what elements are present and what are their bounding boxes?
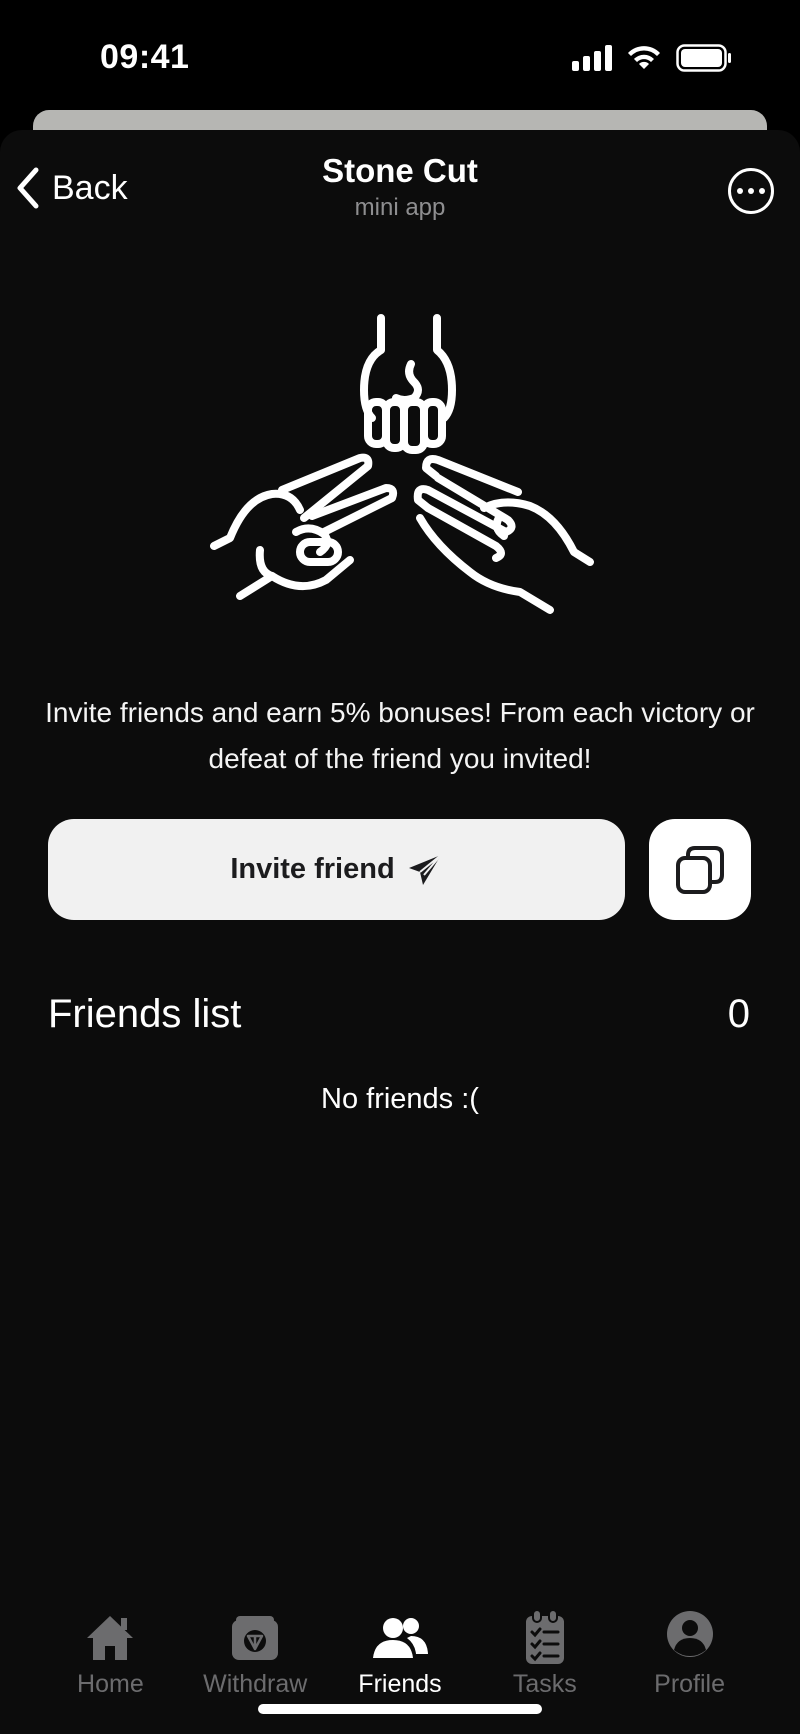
more-button[interactable] [728, 168, 774, 214]
tab-tasks-label: Tasks [512, 1670, 577, 1698]
friends-count: 0 [727, 992, 750, 1036]
cellular-signal-icon [572, 45, 612, 71]
tab-home[interactable]: Home [45, 1608, 175, 1734]
battery-icon [676, 44, 731, 72]
nav-title: Stone Cut mini app [0, 152, 800, 222]
more-dot [748, 188, 754, 194]
status-icons [572, 44, 732, 72]
invite-friend-label: Invite friend [230, 853, 395, 885]
more-dot [737, 188, 743, 194]
clipboard-list-icon [525, 1609, 564, 1664]
status-bar: 09:41 [0, 0, 800, 110]
tab-withdraw[interactable]: Withdraw [190, 1608, 320, 1734]
tab-home-label: Home [77, 1670, 144, 1698]
home-icon [87, 1616, 134, 1660]
invite-friend-button[interactable]: Invite friend [48, 819, 625, 920]
tab-withdraw-label: Withdraw [203, 1670, 308, 1698]
empty-friends-message: No friends :( [321, 1083, 479, 1115]
friends-list-title: Friends list [48, 992, 242, 1036]
invite-description: Invite friends and earn 5% bonuses! From… [45, 697, 755, 774]
tab-profile-label: Profile [654, 1670, 726, 1698]
copy-link-button[interactable] [649, 819, 751, 920]
app-subtitle: mini app [354, 194, 446, 221]
rock-paper-scissors-hands-icon [210, 314, 594, 614]
home-indicator [258, 1704, 542, 1714]
paper-plane-icon [408, 853, 442, 885]
bottom-tab-bar: Home Withdraw Friends Tasks Profile [0, 1608, 800, 1734]
mini-app-sheet: Back Stone Cut mini app Invite friends a… [0, 130, 800, 1734]
user-circle-icon [666, 1611, 713, 1657]
wifi-icon [628, 46, 660, 69]
status-time: 09:41 [100, 38, 190, 76]
app-title: Stone Cut [322, 152, 478, 189]
tab-profile[interactable]: Profile [625, 1608, 755, 1734]
tab-tasks[interactable]: Tasks [480, 1608, 610, 1734]
copy-icon [676, 845, 724, 894]
tab-friends-label: Friends [358, 1670, 442, 1698]
tab-friends[interactable]: Friends [335, 1608, 465, 1734]
more-dot [759, 188, 765, 194]
users-icon [372, 1618, 428, 1658]
wallet-icon [232, 1616, 279, 1660]
